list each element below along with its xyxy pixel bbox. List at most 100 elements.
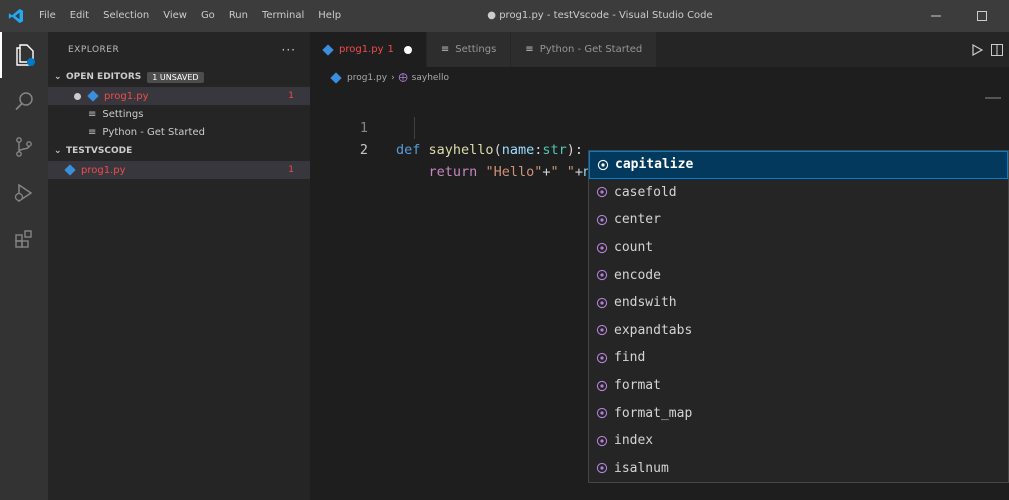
suggestion-item[interactable]: expandtabs [589, 317, 1008, 345]
breadcrumb: prog1.py › ⨁ sayhello [310, 67, 1009, 89]
suggestion-item[interactable]: endswith [589, 289, 1008, 317]
method-icon [595, 351, 609, 365]
line-number: 2 [359, 142, 368, 158]
suggestion-label: encode [614, 267, 661, 283]
chevron-right-icon: › [391, 73, 395, 83]
method-icon [595, 185, 609, 199]
tab-python-get-started[interactable]: ≡ Python - Get Started [511, 32, 658, 67]
suggestion-label: capitalize [615, 157, 694, 173]
source-control-icon [16, 137, 32, 157]
open-editor-item-prog1[interactable]: prog1.py 1 [48, 87, 310, 105]
method-icon [595, 213, 609, 227]
tab-problem-count: 1 [387, 44, 394, 55]
search-icon [15, 92, 33, 111]
open-editors-label: OPEN EDITORS [66, 72, 142, 82]
suggestion-item[interactable]: casefold [589, 179, 1008, 207]
menu-view[interactable]: View [156, 0, 194, 32]
extensions-button[interactable] [0, 216, 48, 262]
method-icon [595, 406, 609, 420]
suggestion-item[interactable]: format_map [589, 399, 1008, 427]
suggestion-item[interactable]: find [589, 344, 1008, 372]
file-item-prog1[interactable]: prog1.py 1 [48, 161, 310, 179]
suggestion-item[interactable]: isalnum [589, 455, 1008, 482]
suggestion-label: expandtabs [614, 322, 693, 338]
python-file-icon [87, 90, 99, 102]
suggestion-label: index [614, 433, 654, 449]
code-line-2: 2 return "Hello"+" "+name. [310, 117, 1009, 180]
chevron-down-icon: ⌄ [54, 146, 62, 156]
problem-count: 1 [288, 165, 294, 175]
open-editor-item-settings[interactable]: ≡ Settings [48, 105, 310, 123]
run-icon[interactable] [971, 43, 983, 56]
workspace-section[interactable]: ⌄ TESTVSCODE [48, 141, 310, 161]
sidebar-title: EXPLORER [68, 44, 120, 55]
function-symbol-icon: ⨁ [398, 73, 408, 83]
suggestion-item[interactable]: capitalize [589, 151, 1008, 179]
suggestion-label: isalnum [614, 460, 669, 476]
suggestion-item[interactable]: count [589, 234, 1008, 262]
source-control-button[interactable] [0, 124, 48, 170]
unsaved-dot-icon[interactable] [403, 45, 412, 54]
python-file-icon [330, 72, 342, 84]
search-button[interactable] [0, 78, 48, 124]
menu-go[interactable]: Go [194, 0, 222, 32]
suggestion-label: endswith [614, 295, 677, 311]
maximize-button[interactable] [959, 0, 1005, 32]
settings-file-icon: ≡ [88, 126, 97, 138]
suggestion-label: format_map [614, 405, 693, 421]
settings-file-icon: ≡ [88, 108, 97, 120]
extensions-icon [15, 230, 32, 248]
method-icon [595, 268, 609, 282]
suggestion-item[interactable]: encode [589, 261, 1008, 289]
open-editors-section[interactable]: ⌄ OPEN EDITORS 1 UNSAVED [48, 67, 310, 87]
menu-help[interactable]: Help [311, 0, 348, 32]
editor-tabs: prog1.py 1 ≡ Settings ≡ Python - Get Sta… [310, 32, 1009, 67]
suggestion-label: count [614, 240, 654, 256]
suggestion-label: format [614, 378, 661, 394]
suggestion-label: find [614, 350, 646, 366]
file-label: prog1.py [81, 164, 126, 176]
open-editor-item-python-get-started[interactable]: ≡ Python - Get Started [48, 123, 310, 141]
open-editor-label: prog1.py [104, 90, 149, 102]
chevron-down-icon: ⌄ [54, 72, 62, 82]
open-editor-label: Settings [102, 108, 144, 120]
method-icon [595, 379, 609, 393]
breadcrumb-symbol[interactable]: sayhello [412, 73, 449, 83]
menu-file[interactable]: File [32, 0, 63, 32]
settings-file-icon: ≡ [525, 44, 534, 55]
method-icon [595, 461, 609, 475]
files-icon [16, 44, 35, 66]
breadcrumb-file[interactable]: prog1.py [347, 73, 387, 83]
suggestion-item[interactable]: center [589, 206, 1008, 234]
tab-prog1[interactable]: prog1.py 1 [310, 32, 427, 67]
method-icon [595, 323, 609, 337]
menu-bar: File Edit Selection View Go Run Terminal… [32, 0, 348, 32]
menu-selection[interactable]: Selection [96, 0, 156, 32]
suggestion-item[interactable]: index [589, 427, 1008, 455]
split-editor-icon[interactable] [991, 43, 1003, 56]
sidebar-header: EXPLORER ··· [48, 32, 310, 67]
vscode-logo-icon [0, 0, 32, 32]
tab-label: Python - Get Started [539, 44, 643, 55]
method-icon [595, 296, 609, 310]
code-text: def sayhello(name:str): [396, 142, 584, 158]
maximize-icon [977, 11, 987, 21]
explorer-sidebar: EXPLORER ··· ⌄ OPEN EDITORS 1 UNSAVED pr… [48, 32, 310, 500]
suggestion-label: center [614, 212, 661, 228]
title-bar: File Edit Selection View Go Run Terminal… [0, 0, 1009, 32]
open-editor-label: Python - Get Started [102, 126, 205, 138]
method-icon [595, 241, 609, 255]
menu-run[interactable]: Run [222, 0, 255, 32]
suggestion-item[interactable]: format [589, 372, 1008, 400]
menu-terminal[interactable]: Terminal [255, 0, 311, 32]
activity-bar [0, 32, 48, 500]
run-debug-button[interactable] [0, 170, 48, 216]
tab-settings[interactable]: ≡ Settings [426, 32, 512, 67]
method-icon [595, 434, 609, 448]
more-actions-button[interactable]: ··· [282, 43, 296, 57]
minimize-button[interactable] [913, 0, 959, 32]
menu-edit[interactable]: Edit [63, 0, 96, 32]
explorer-button[interactable] [0, 32, 48, 78]
minimize-icon [931, 15, 941, 17]
workspace-label: TESTVSCODE [66, 146, 133, 156]
